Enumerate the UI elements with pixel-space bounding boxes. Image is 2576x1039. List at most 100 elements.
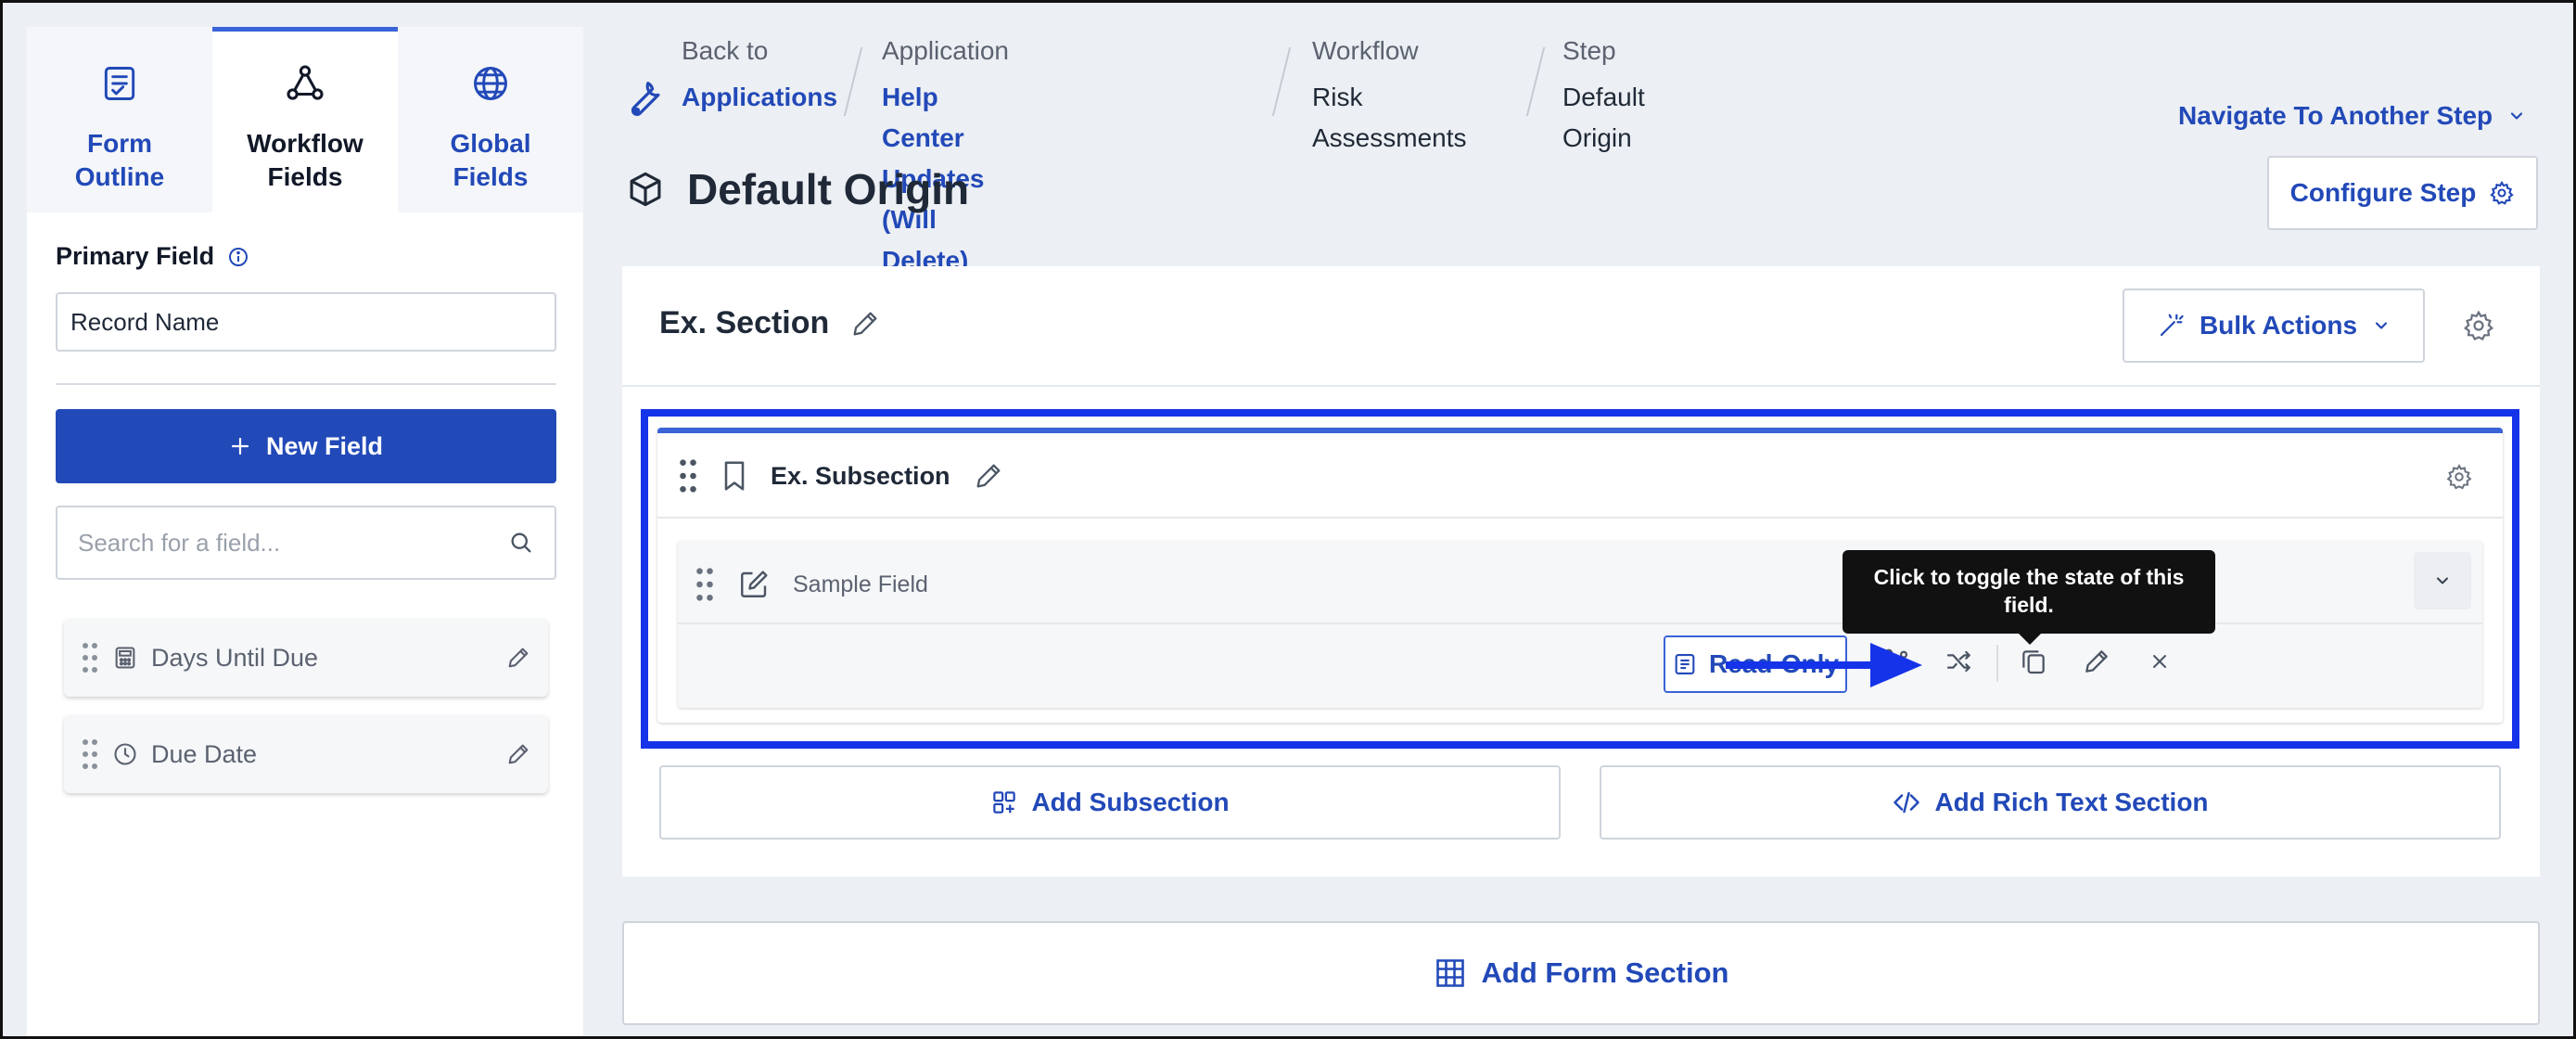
field-expand-button[interactable]: [2414, 552, 2471, 609]
breadcrumb-key: Application: [882, 36, 1009, 65]
breadcrumb-workflow: Workflow Risk Assessments: [1312, 31, 1467, 152]
breadcrumb-key: Workflow: [1312, 36, 1419, 65]
plus-icon: [229, 435, 251, 457]
configure-step-label: Configure Step: [2289, 178, 2477, 207]
drag-handle-icon[interactable]: [81, 738, 99, 771]
breadcrumb-separator: [1271, 47, 1292, 116]
table-grid-icon: [1434, 956, 1467, 990]
breadcrumb-value-step: Default Origin: [1562, 83, 1645, 152]
section-header: Ex. Section Bulk Actions: [622, 266, 2540, 387]
breadcrumb-value-workflow: Risk Assessments: [1312, 83, 1467, 152]
add-rich-text-label: Add Rich Text Section: [1934, 788, 2209, 816]
bulk-actions-label: Bulk Actions: [2199, 311, 2358, 340]
shuffle-icon[interactable]: [1945, 647, 1974, 676]
breadcrumb-key: Back to: [682, 36, 769, 65]
primary-field-select[interactable]: Record Name: [56, 292, 556, 352]
page-title-text: Default Origin: [687, 165, 970, 213]
pencil-icon[interactable]: [505, 645, 531, 671]
workflow-icon: [284, 60, 326, 107]
breadcrumb-step: Step Default Origin: [1562, 31, 1645, 152]
add-form-section-label: Add Form Section: [1481, 956, 1729, 989]
gear-icon: [2489, 180, 2515, 206]
subsection-header: Ex. Subsection: [657, 433, 2503, 519]
pencil-icon[interactable]: [2082, 647, 2111, 676]
breadcrumb-back: Back to Applications: [682, 31, 837, 118]
copy-icon[interactable]: [2019, 647, 2048, 676]
toolbar-separator: [1996, 645, 1998, 682]
bookmark-icon: [721, 459, 748, 493]
primary-field-label-text: Primary Field: [56, 242, 215, 270]
breadcrumb-link-application[interactable]: Help Center Updates (Will Delete): [882, 77, 1009, 275]
tooltip-text: Click to toggle the state of this field.: [1873, 565, 2185, 617]
bulk-actions-button[interactable]: Bulk Actions: [2123, 289, 2425, 363]
tab-global-fields[interactable]: Global Fields: [398, 27, 583, 212]
subsection-settings-gear-icon[interactable]: [2445, 463, 2473, 491]
subsection-title: Ex. Subsection: [678, 452, 1004, 500]
magic-wand-icon: [2157, 312, 2185, 340]
info-icon[interactable]: [227, 246, 249, 268]
add-subsection-button[interactable]: Add Subsection: [659, 765, 1561, 840]
navigate-step-label: Navigate To Another Step: [2178, 101, 2493, 130]
search-placeholder: Search for a field...: [78, 528, 281, 557]
tab-workflow-fields-label: Workflow Fields: [247, 129, 363, 191]
divider: [56, 383, 556, 385]
pencil-icon[interactable]: [849, 308, 881, 340]
form-outline-icon: [99, 60, 140, 107]
sidebar-tabs: Form Outline Workflow Fields Global Fiel…: [27, 27, 583, 212]
pencil-icon[interactable]: [505, 741, 531, 767]
cube-icon: [626, 170, 665, 209]
field-card-due-date[interactable]: Due Date: [64, 715, 548, 793]
section-title: Ex. Section: [659, 305, 881, 341]
tab-global-fields-label: Global Fields: [450, 129, 531, 191]
section-settings-gear-icon[interactable]: [2462, 309, 2495, 342]
new-field-button[interactable]: New Field: [56, 409, 556, 483]
globe-icon: [470, 60, 511, 107]
breadcrumb-application: Application Help Center Updates (Will De…: [882, 31, 1009, 275]
breadcrumb-separator: [1525, 47, 1546, 116]
primary-field-label: Primary Field: [56, 242, 249, 271]
add-rich-text-section-button[interactable]: Add Rich Text Section: [1600, 765, 2501, 840]
breadcrumb-link-applications[interactable]: Applications: [682, 77, 837, 118]
field-search-input[interactable]: Search for a field...: [56, 506, 556, 580]
subsection-title-text: Ex. Subsection: [771, 461, 950, 490]
field-row-name: Sample Field: [793, 571, 928, 597]
page-title: Default Origin: [626, 164, 969, 214]
breadcrumb-key: Step: [1562, 36, 1616, 65]
pencil-icon[interactable]: [973, 460, 1004, 492]
drag-handle-icon[interactable]: [678, 457, 698, 494]
edit-box-icon: [737, 568, 771, 601]
chevron-down-icon: [2372, 316, 2391, 335]
field-row-title: Sample Field: [695, 561, 928, 608]
chevron-down-icon: [2507, 107, 2526, 125]
section-title-text: Ex. Section: [659, 305, 830, 340]
clock-icon: [112, 741, 138, 767]
app-frame: Form Outline Workflow Fields Global Fiel…: [0, 0, 2576, 1039]
close-icon[interactable]: [2149, 650, 2171, 673]
tab-workflow-fields[interactable]: Workflow Fields: [212, 27, 398, 212]
drag-handle-icon[interactable]: [695, 566, 715, 603]
wrench-icon: [622, 77, 665, 120]
tab-form-outline[interactable]: Form Outline: [27, 27, 212, 212]
new-field-label: New Field: [265, 431, 384, 460]
calculator-icon: [112, 645, 138, 671]
primary-field-value: Record Name: [70, 307, 220, 336]
breadcrumb-separator: [843, 47, 863, 116]
field-card-name: Days Until Due: [151, 643, 319, 672]
document-icon: [1672, 651, 1698, 677]
drag-handle-icon[interactable]: [81, 641, 99, 674]
add-form-section-button[interactable]: Add Form Section: [622, 921, 2540, 1025]
field-card-name: Due Date: [151, 739, 258, 768]
subsection-card: Ex. Subsection Sample Field: [657, 428, 2503, 723]
tab-form-outline-label: Form Outline: [74, 129, 165, 191]
configure-step-button[interactable]: Configure Step: [2267, 156, 2538, 230]
navigate-step-dropdown[interactable]: Navigate To Another Step: [2178, 101, 2526, 131]
code-icon: [1892, 789, 1921, 816]
add-grid-icon: [990, 789, 1018, 816]
annotation-arrow: [1726, 641, 1922, 689]
field-card-days-until-due[interactable]: Days Until Due: [64, 619, 548, 697]
tooltip: Click to toggle the state of this field.: [1843, 550, 2215, 645]
chevron-down-icon: [2433, 571, 2452, 590]
left-panel: Form Outline Workflow Fields Global Fiel…: [27, 27, 583, 1036]
search-icon: [508, 530, 534, 556]
add-subsection-label: Add Subsection: [1031, 788, 1230, 816]
